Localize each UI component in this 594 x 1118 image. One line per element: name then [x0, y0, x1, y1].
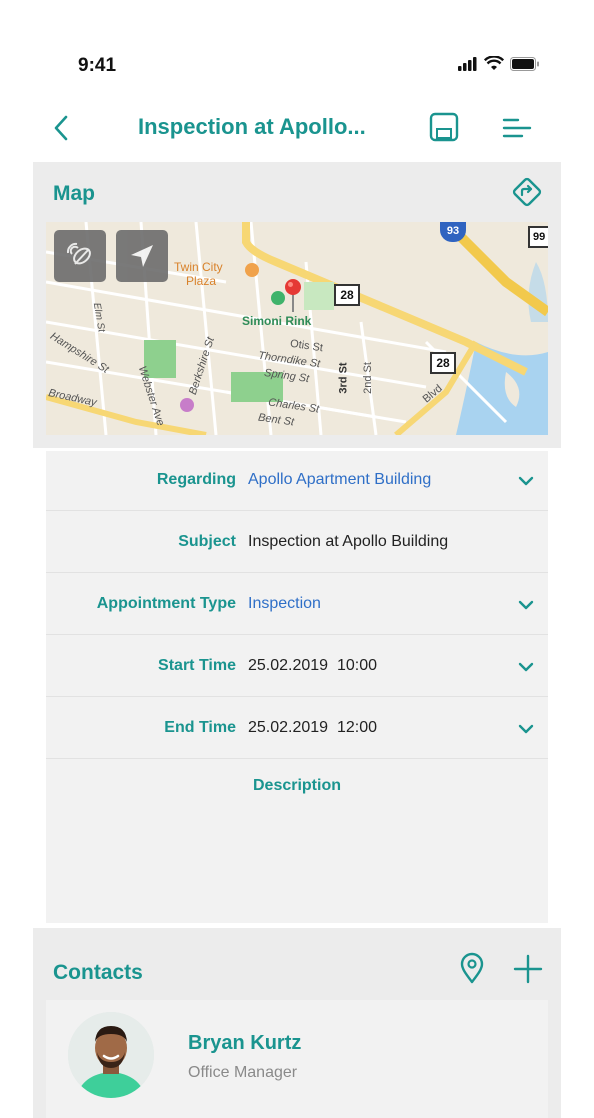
directions-button[interactable]	[509, 174, 545, 210]
avatar-image	[68, 1012, 154, 1098]
status-time: 9:41	[78, 55, 117, 76]
chevron-down-icon[interactable]	[516, 719, 536, 739]
appointment-form: Regarding Apollo Apartment Building Subj…	[46, 451, 548, 923]
end-time-label: End Time	[164, 719, 236, 736]
appointment-type-value[interactable]: Inspection	[248, 595, 321, 613]
location-pin-icon	[460, 952, 484, 984]
battery-icon	[510, 56, 539, 71]
map-satellite-button[interactable]	[54, 230, 106, 282]
chevron-down-icon[interactable]	[516, 657, 536, 677]
description-field[interactable]	[46, 803, 548, 921]
contact-name: Bryan Kurtz	[188, 1032, 302, 1054]
location-arrow-icon	[131, 245, 153, 267]
subject-value[interactable]: Inspection at Apollo Building	[248, 533, 448, 551]
map-satellite-icon	[66, 242, 91, 265]
start-time-value[interactable]: 25.02.2019 10:00	[248, 657, 377, 675]
contacts-location-button[interactable]	[458, 952, 486, 984]
contact-card[interactable]: Bryan Kurtz Office Manager	[46, 1000, 548, 1118]
signal-icon	[458, 56, 477, 71]
plus-icon	[513, 954, 543, 984]
add-contact-button[interactable]	[513, 954, 543, 984]
wifi-icon	[484, 56, 504, 70]
locate-me-button[interactable]	[116, 230, 168, 282]
chevron-down-icon[interactable]	[516, 471, 536, 491]
save-button[interactable]	[428, 111, 460, 143]
map-section-title: Map	[53, 182, 95, 205]
form-row-end-time[interactable]: End Time 25.02.2019 12:00	[46, 699, 548, 759]
start-time-label: Start Time	[158, 657, 236, 674]
regarding-label: Regarding	[156, 471, 236, 488]
chevron-down-icon[interactable]	[516, 595, 536, 615]
route-shield-28a: 28	[334, 284, 360, 306]
map-label-twin-city: Twin City	[174, 260, 223, 274]
regarding-value[interactable]: Apollo Apartment Building	[248, 471, 431, 489]
form-row-appointment-type[interactable]: Appointment Type Inspection	[46, 575, 548, 635]
subject-label: Subject	[178, 533, 236, 550]
map-label-second: 2nd St	[361, 362, 374, 394]
contact-role: Office Manager	[188, 1064, 298, 1081]
status-icons	[458, 56, 540, 71]
menu-button[interactable]	[500, 114, 534, 142]
contacts-section-title: Contacts	[53, 961, 143, 984]
form-row-start-time[interactable]: Start Time 25.02.2019 10:00	[46, 637, 548, 697]
description-label: Description	[252, 777, 341, 794]
map-label-plaza: Plaza	[186, 274, 217, 288]
save-icon	[429, 112, 459, 142]
map-label-simoni-rink: Simoni Rink	[242, 314, 312, 328]
end-time-value[interactable]: 25.02.2019 12:00	[248, 719, 377, 737]
form-row-subject[interactable]: Subject Inspection at Apollo Building	[46, 513, 548, 573]
map-label-third: 3rd St	[337, 362, 350, 394]
route-shield-99: 99	[528, 226, 548, 248]
nav-bar: Inspection at Apollo...	[0, 100, 594, 156]
avatar	[68, 1012, 154, 1098]
back-button[interactable]	[46, 112, 76, 144]
status-bar: 9:41	[0, 0, 594, 90]
map-view[interactable]: Twin City Plaza Simoni Rink Otis St Thor…	[46, 222, 548, 435]
page-title: Inspection at Apollo...	[138, 114, 366, 139]
form-row-regarding[interactable]: Regarding Apollo Apartment Building	[46, 451, 548, 511]
route-shield-28b: 28	[430, 352, 456, 374]
directions-icon	[512, 177, 542, 207]
appointment-type-label: Appointment Type	[96, 595, 236, 612]
menu-icon	[502, 118, 532, 138]
back-chevron-icon	[54, 115, 68, 141]
map-pin-icon	[285, 279, 301, 312]
